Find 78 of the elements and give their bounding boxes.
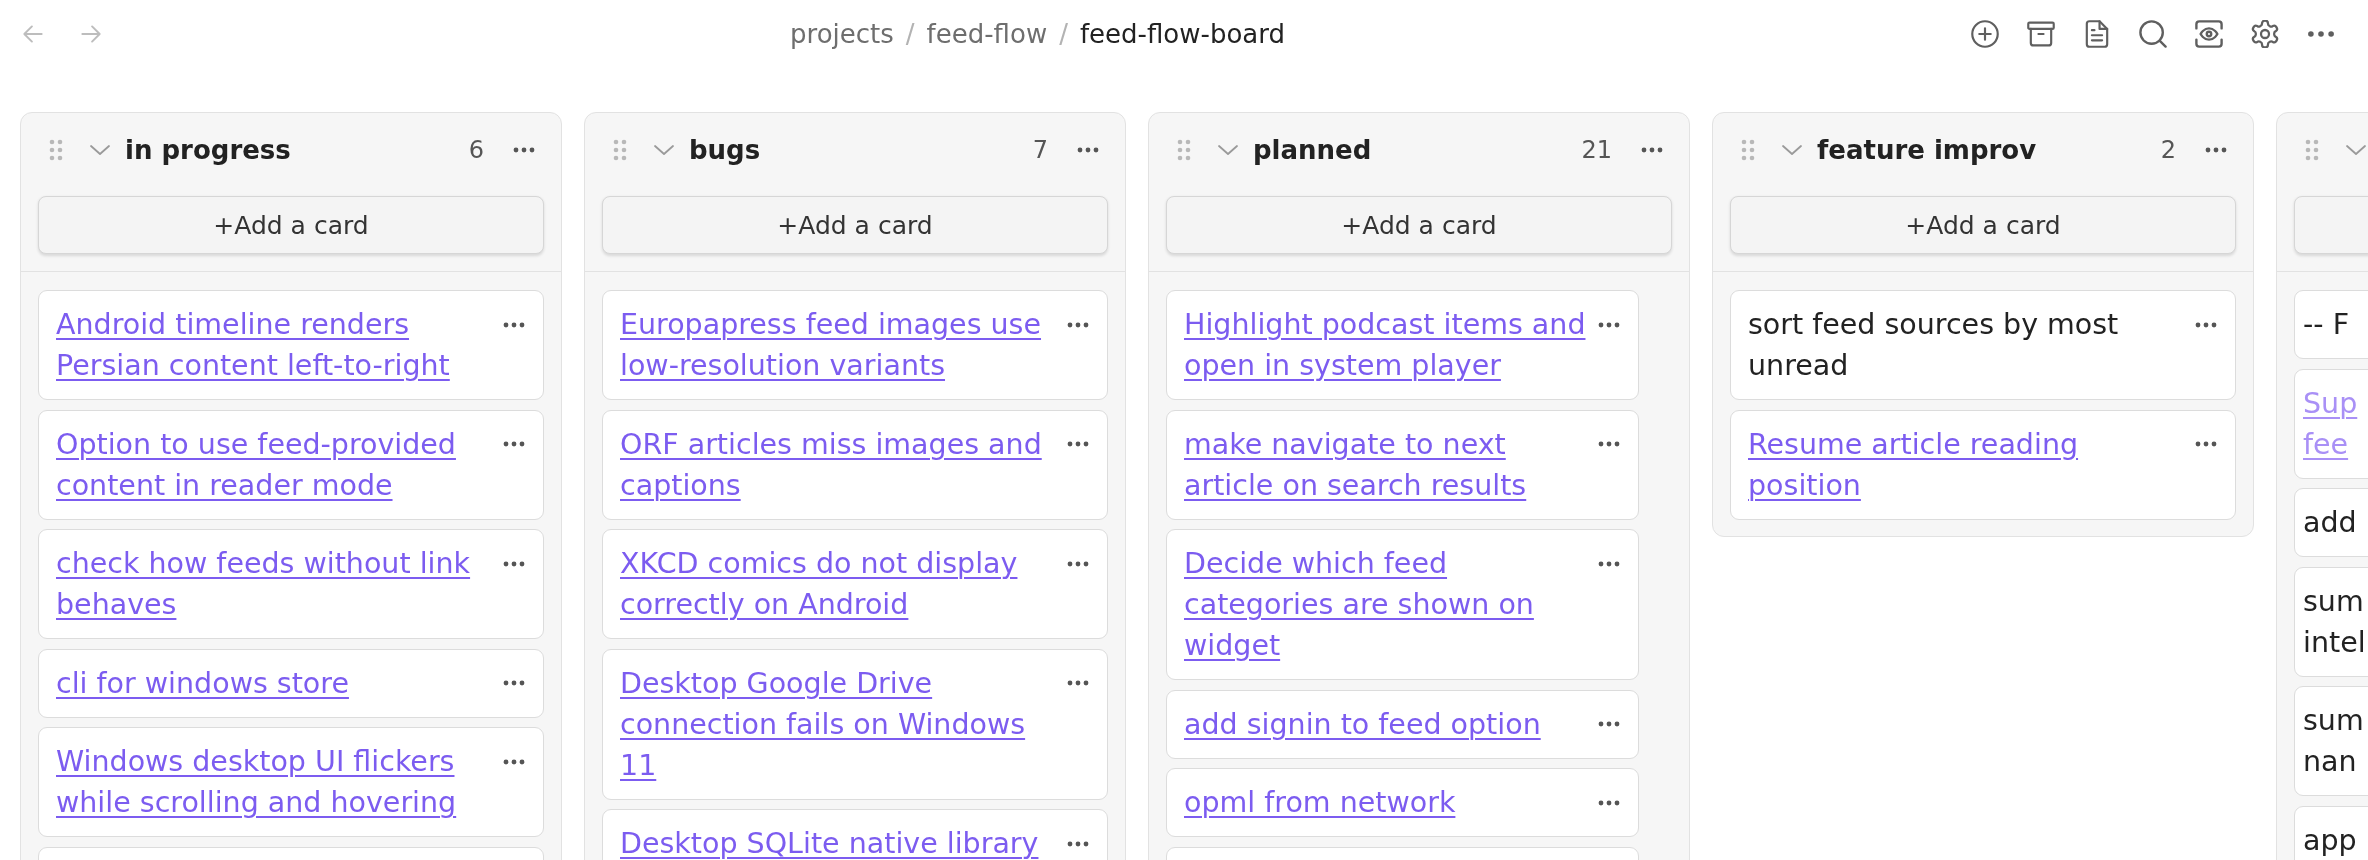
drag-handle-icon[interactable] xyxy=(49,138,63,161)
card-link[interactable]: Desktop SQLite native library xyxy=(620,823,1039,860)
card-link[interactable]: Option to use feed-provided content in reader mode xyxy=(56,423,494,506)
more-icon[interactable] xyxy=(1598,321,1620,328)
more-icon[interactable] xyxy=(503,758,525,765)
card-link[interactable]: XKCD comics do not display correctly on Android xyxy=(620,543,1058,625)
card-link[interactable]: Windows desktop UI flickers while scrolling and hovering xyxy=(56,741,494,823)
more-icon[interactable] xyxy=(1067,840,1089,847)
card-link[interactable]: Sup fee xyxy=(2303,382,2358,465)
card-link[interactable]: Android timeline renders Persian content left-to-right xyxy=(56,304,494,386)
chevron-down-icon[interactable] xyxy=(89,143,111,156)
breadcrumb-separator: / xyxy=(1059,19,1068,49)
archive-box-icon[interactable] xyxy=(2027,20,2055,48)
more-icon[interactable] xyxy=(2205,146,2227,153)
more-icon[interactable] xyxy=(503,321,525,328)
chevron-down-icon[interactable] xyxy=(1781,143,1803,156)
breadcrumb-separator: / xyxy=(905,19,915,49)
card-link[interactable]: Highlight podcast items and open in system player xyxy=(1184,304,1589,386)
more-icon[interactable] xyxy=(1067,560,1089,567)
drag-handle-icon[interactable] xyxy=(1177,138,1191,161)
card-link[interactable]: cli for windows store xyxy=(56,662,349,704)
card-link[interactable]: opml from network xyxy=(1184,782,1456,823)
more-icon[interactable] xyxy=(513,146,535,153)
more-icon[interactable] xyxy=(503,680,525,686)
column-title: in progress xyxy=(125,134,291,165)
column-title: planned xyxy=(1253,134,1372,165)
card-link[interactable]: Desktop Google Drive connection fails on Windows 11 xyxy=(620,662,1058,786)
card-count: 7 xyxy=(1032,135,1048,164)
drag-handle-icon[interactable] xyxy=(2305,138,2319,161)
more-icon[interactable] xyxy=(1598,560,1620,567)
card-link[interactable]: add signin to feed option xyxy=(1184,703,1541,745)
drag-handle-icon[interactable] xyxy=(613,138,627,161)
card-text: -- F xyxy=(2303,307,2350,343)
more-icon[interactable] xyxy=(503,441,525,447)
card-link[interactable]: check how feeds without link behaves xyxy=(56,543,494,625)
card-text: app xyxy=(2303,822,2357,859)
settings-icon[interactable] xyxy=(2251,20,2279,48)
add-card-button[interactable]: +Add a card xyxy=(1730,196,2236,254)
search-icon[interactable] xyxy=(2139,20,2167,48)
more-icon[interactable] xyxy=(1067,321,1089,328)
card-count: 21 xyxy=(1581,135,1612,164)
card-text: sum intel xyxy=(2303,583,2366,661)
card-link[interactable]: Europapress feed images use low-resolution variants xyxy=(620,304,1058,386)
plus-circle-icon[interactable] xyxy=(1971,20,1999,48)
card-text: sum nan xyxy=(2303,703,2364,780)
card-link[interactable]: make navigate to next article on search results xyxy=(1184,423,1589,506)
more-icon[interactable] xyxy=(503,560,525,567)
more-icon[interactable] xyxy=(1077,146,1099,153)
card-text: add xyxy=(2303,505,2357,541)
breadcrumb-link[interactable]: projects xyxy=(790,19,894,49)
more-icon[interactable] xyxy=(1598,721,1620,727)
chevron-down-icon[interactable] xyxy=(1217,143,1239,156)
more-icon[interactable] xyxy=(1067,441,1089,447)
more-icon[interactable] xyxy=(2307,30,2335,38)
more-icon[interactable] xyxy=(1641,146,1663,153)
card-count: 2 xyxy=(2160,135,2176,164)
column-title: bugs xyxy=(689,134,761,165)
breadcrumb-link[interactable]: feed-flow-board xyxy=(1079,19,1285,49)
card-link[interactable]: Decide which feed categories are shown on widget xyxy=(1184,543,1589,666)
breadcrumb-link[interactable]: feed-flow xyxy=(926,19,1048,49)
card-text: sort feed sources by most unread xyxy=(1748,307,2120,384)
add-card-button[interactable]: +Add a card xyxy=(1166,196,1672,254)
card-link[interactable]: Resume article reading position xyxy=(1748,423,2186,506)
card-count: 6 xyxy=(468,135,484,164)
chevron-down-icon[interactable] xyxy=(653,143,675,156)
add-card-button[interactable]: +Add a card xyxy=(38,196,544,254)
more-icon[interactable] xyxy=(1598,441,1620,447)
eye-icon[interactable] xyxy=(2195,20,2223,48)
chevron-down-icon[interactable] xyxy=(2345,143,2367,156)
more-icon[interactable] xyxy=(1067,680,1089,686)
card-link[interactable]: ORF articles miss images and captions xyxy=(620,423,1058,506)
more-icon[interactable] xyxy=(2195,441,2217,447)
more-icon[interactable] xyxy=(1598,799,1620,806)
drag-handle-icon[interactable] xyxy=(1741,138,1755,161)
more-icon[interactable] xyxy=(2195,321,2217,328)
column-title: feature improv xyxy=(1817,134,2037,165)
document-icon[interactable] xyxy=(2083,20,2111,48)
add-card-button[interactable]: +Add a card xyxy=(602,196,1108,254)
